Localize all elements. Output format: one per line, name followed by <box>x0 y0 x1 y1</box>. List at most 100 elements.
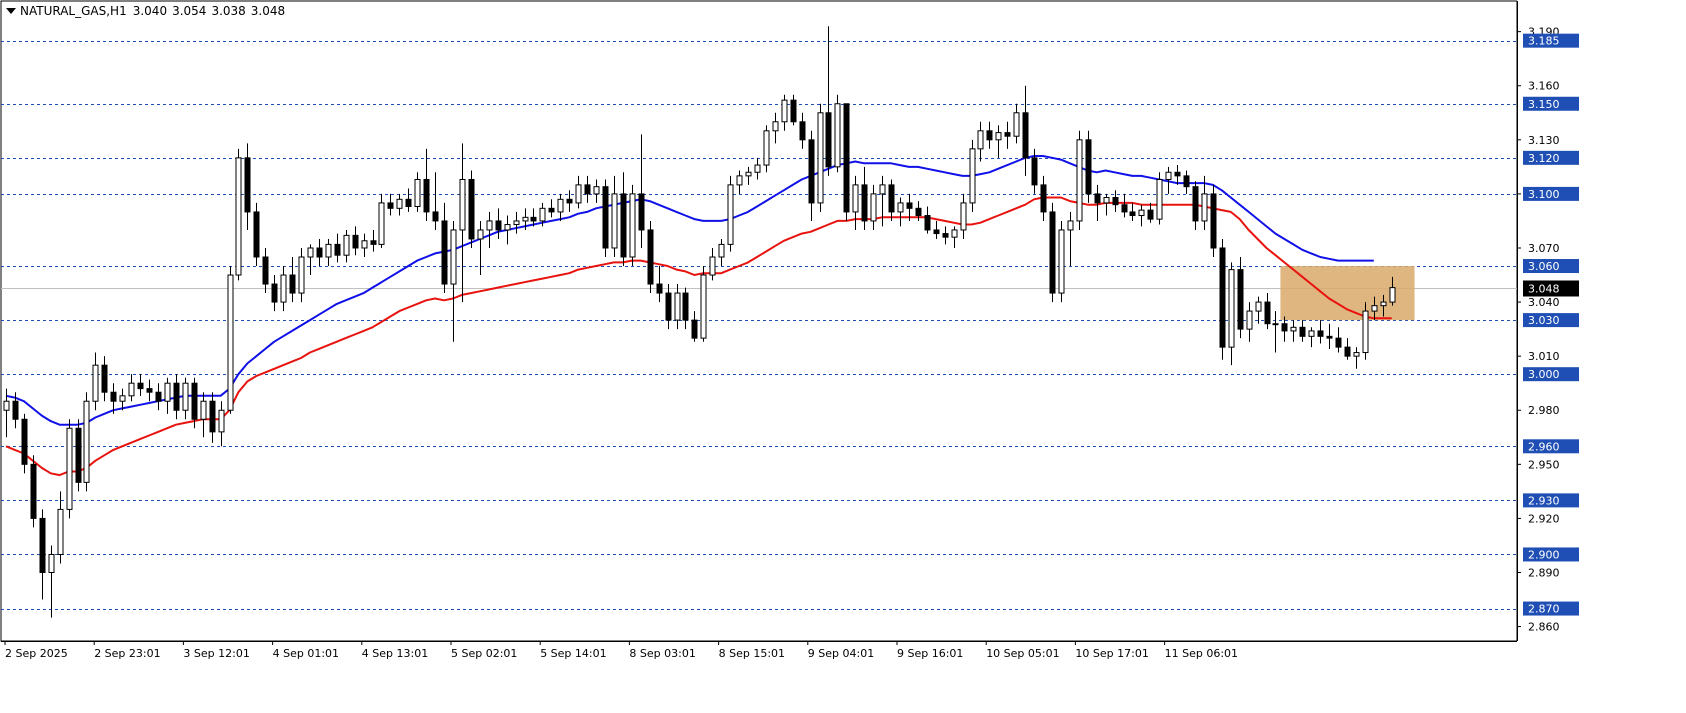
candle-body <box>66 427 73 510</box>
level-label: 2.960 <box>1528 440 1560 453</box>
candle-body <box>1004 132 1011 137</box>
x-tick-label: 3 Sep 12:01 <box>183 647 249 660</box>
candle-body <box>1237 269 1244 330</box>
level-label: 2.870 <box>1528 603 1560 616</box>
candle-body <box>602 186 609 249</box>
x-tick-label: 9 Sep 04:01 <box>808 647 874 660</box>
candle-body <box>486 220 493 231</box>
candle-body <box>146 388 153 393</box>
candle-body <box>298 256 305 294</box>
candle-body <box>888 184 895 213</box>
candle-body <box>1013 112 1020 137</box>
candle-body <box>682 292 689 321</box>
candle-body <box>843 103 850 213</box>
candle-body <box>289 274 296 294</box>
x-tick-label: 5 Sep 02:01 <box>451 647 517 660</box>
x-tick-label: 9 Sep 16:01 <box>897 647 963 660</box>
candle-body <box>665 292 672 321</box>
candle-body <box>3 400 10 411</box>
candle-body <box>915 207 922 217</box>
close-value: 3.048 <box>250 4 286 18</box>
candle-body <box>1138 209 1145 217</box>
candle-body <box>1192 186 1199 222</box>
candle-body <box>450 229 457 285</box>
fast-ma-line <box>5 196 1392 477</box>
level-label: 3.100 <box>1528 188 1560 201</box>
candle-body <box>378 202 385 245</box>
candle-body <box>423 178 430 213</box>
candle-body <box>387 202 394 209</box>
candle-body <box>1049 211 1056 294</box>
candle-body <box>781 99 788 123</box>
candle-body <box>763 130 770 166</box>
y-tick-label: 3.010 <box>1528 350 1560 363</box>
candle-body <box>656 283 663 294</box>
candle-body <box>75 427 82 483</box>
candle-body <box>280 274 287 303</box>
candle-body <box>182 382 189 411</box>
candle-body <box>209 400 216 433</box>
x-tick-label: 4 Sep 01:01 <box>273 647 339 660</box>
candle-body <box>1219 247 1226 348</box>
candle-body <box>1174 171 1181 177</box>
y-tick-label: 2.920 <box>1528 512 1560 525</box>
candle-body <box>1228 269 1235 348</box>
candle-body <box>405 198 412 208</box>
candle-body <box>1129 211 1136 217</box>
slow-ma-line <box>5 155 1374 426</box>
candle-body <box>495 220 502 231</box>
candle-body <box>119 395 126 402</box>
candle-body <box>57 508 64 555</box>
dropdown-triangle-icon[interactable] <box>6 8 16 14</box>
candle-body <box>924 215 931 231</box>
level-label: 2.930 <box>1528 494 1560 507</box>
candle-body <box>575 184 582 204</box>
candle-body <box>128 382 135 397</box>
candle-body <box>834 103 841 168</box>
candle-body <box>557 198 564 213</box>
candle-body <box>1299 326 1306 337</box>
candle-body <box>897 202 904 213</box>
candle-body <box>1112 197 1119 206</box>
candle-body <box>1121 204 1128 213</box>
candle-body <box>1076 139 1083 222</box>
x-tick-label: 8 Sep 03:01 <box>629 647 695 660</box>
candle-body <box>262 256 269 285</box>
candle-body <box>736 175 743 186</box>
candle-body <box>995 132 1002 141</box>
candle-body <box>1156 178 1163 220</box>
open-value: 3.040 <box>132 4 168 18</box>
candle-body <box>817 112 824 204</box>
candle-body <box>727 184 734 245</box>
candle-body <box>1344 346 1351 357</box>
symbol-header: NATURAL_GAS,H1 3.040 3.054 3.038 3.048 <box>6 4 290 18</box>
y-tick-label: 3.130 <box>1528 134 1560 147</box>
chart-area: 3.1903.1603.1303.1003.0703.0403.0102.980… <box>0 0 1686 713</box>
candle-body <box>137 382 144 390</box>
price-chart[interactable]: 3.1903.1603.1303.1003.0703.0403.0102.980… <box>0 0 1686 713</box>
candle-body <box>271 283 278 303</box>
candle-body <box>933 229 940 235</box>
level-label: 3.150 <box>1528 98 1560 111</box>
candle-body <box>396 198 403 209</box>
candle-body <box>459 178 466 231</box>
candle-body <box>325 243 332 258</box>
candle-body <box>253 211 260 258</box>
candle-body <box>1272 323 1279 326</box>
candle-body <box>647 229 654 285</box>
candle-body <box>352 234 359 249</box>
candle-body <box>1031 157 1038 186</box>
candle-body <box>218 409 225 433</box>
y-tick-label: 2.890 <box>1528 566 1560 579</box>
candle-body <box>48 553 55 573</box>
candle-body <box>21 418 28 465</box>
candle-body <box>1371 305 1378 312</box>
candle-body <box>969 148 976 204</box>
y-tick-label: 3.070 <box>1528 242 1560 255</box>
candle-body <box>334 243 341 256</box>
x-tick-label: 2 Sep 2025 <box>5 647 68 660</box>
y-tick-label: 3.040 <box>1528 296 1560 309</box>
candle-body <box>548 207 555 213</box>
low-value: 3.038 <box>211 4 246 18</box>
candle-body <box>1165 171 1172 180</box>
